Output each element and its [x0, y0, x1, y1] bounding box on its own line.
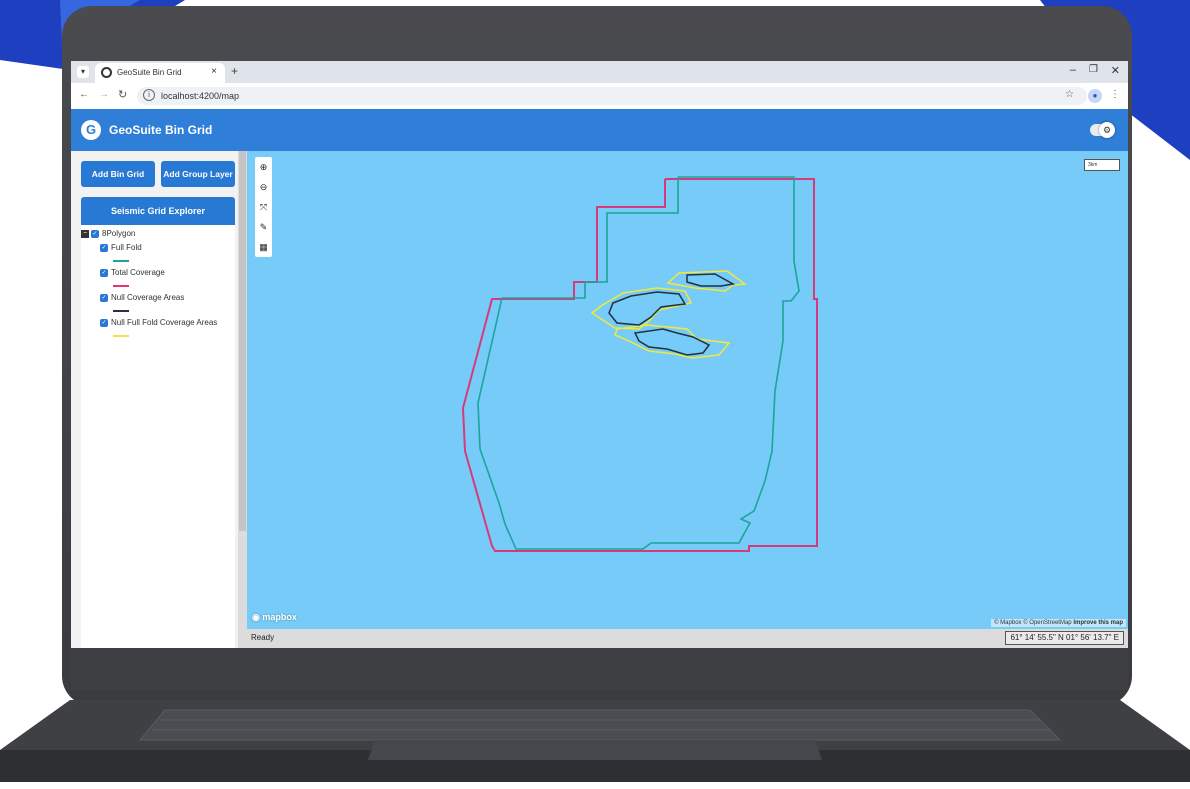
collapse-icon[interactable]: −	[81, 229, 89, 238]
add-group-layer-button[interactable]: Add Group Layer	[161, 161, 235, 187]
layer-label: Null Coverage Areas	[111, 293, 185, 302]
minimize-button[interactable]: –	[1070, 64, 1076, 76]
null-full-fold-area-3	[614, 324, 731, 359]
scale-bar: 3km	[1084, 159, 1120, 171]
tree-root[interactable]: − ✓ 8Polygon	[81, 229, 135, 241]
app-header: G GeoSuite Bin Grid ⚙	[71, 109, 1128, 151]
url-input[interactable]: i localhost:4200/map	[137, 87, 1087, 105]
address-bar: ← → ↻ i localhost:4200/map ☆ ● ⋮	[71, 83, 1128, 109]
attribution-text: © Mapbox © OpenStreetMap	[994, 620, 1072, 626]
app-logo: G	[81, 120, 101, 140]
measure-icon[interactable]: ✎	[255, 217, 272, 237]
layer-full-fold[interactable]: ✓ Full Fold	[100, 243, 142, 255]
status-text: Ready	[251, 633, 275, 642]
layer-label: Null Full Fold Coverage Areas	[111, 318, 218, 327]
survey-polygons	[461, 176, 818, 552]
window-close-button[interactable]: ✕	[1111, 64, 1120, 77]
url-text: localhost:4200/map	[161, 91, 240, 101]
layer-null-full-fold-coverage-areas[interactable]: ✓ Null Full Fold Coverage Areas	[100, 318, 217, 330]
new-tab-button[interactable]: +	[231, 64, 238, 78]
reload-icon[interactable]: ↻	[118, 88, 127, 101]
browser-window: ▾ GeoSuite Bin Grid × + – ❐ ✕ ← → ↻ i lo…	[71, 61, 1128, 648]
legend-swatch-null-full-fold	[113, 335, 129, 337]
map-toolbar: ⊕ ⊖ ⤧ ✎ ▦	[255, 157, 272, 257]
profile-icon[interactable]: ●	[1088, 89, 1102, 103]
app-title: GeoSuite Bin Grid	[109, 123, 213, 137]
scrollbar-thumb[interactable]	[239, 151, 246, 531]
sidebar-scrollbar[interactable]	[238, 151, 247, 648]
status-bar: Ready 61° 14' 55.5" N 01° 56' 13.7" E	[247, 629, 1128, 648]
tab-close-button[interactable]: ×	[211, 66, 217, 77]
checkbox-icon[interactable]: ✓	[100, 293, 108, 302]
layer-label: Full Fold	[111, 243, 142, 252]
tab-bar: ▾ GeoSuite Bin Grid × + – ❐ ✕	[71, 61, 1128, 83]
tree-root-label: 8Polygon	[102, 229, 136, 238]
favicon-icon	[101, 67, 112, 78]
star-icon[interactable]: ☆	[1065, 89, 1074, 100]
info-icon[interactable]: i	[143, 89, 155, 101]
theme-toggle[interactable]: ⚙	[1090, 122, 1115, 138]
checkbox-icon[interactable]: ✓	[91, 229, 99, 238]
null-coverage-area-2	[608, 291, 687, 326]
sidebar: Add Bin Grid Add Group Layer Seismic Gri…	[71, 151, 247, 648]
maximize-button[interactable]: ❐	[1089, 64, 1098, 75]
grid-icon[interactable]: ▦	[255, 237, 272, 257]
forward-arrow-icon[interactable]: →	[99, 89, 109, 100]
layer-null-coverage-areas[interactable]: ✓ Null Coverage Areas	[100, 293, 184, 305]
layer-label: Total Coverage	[111, 268, 165, 277]
gear-icon: ⚙	[1099, 122, 1115, 138]
browser-tab[interactable]: GeoSuite Bin Grid ×	[95, 63, 225, 83]
null-coverage-area-1	[686, 273, 736, 287]
mapbox-logo[interactable]: ◉ mapbox	[252, 612, 297, 623]
legend-swatch-full-fold	[113, 260, 129, 262]
mapbox-label: mapbox	[262, 612, 297, 622]
legend-swatch-null-coverage	[113, 310, 129, 312]
laptop-screen-chin	[71, 648, 1128, 690]
checkbox-icon[interactable]: ✓	[100, 318, 108, 327]
improve-map-link[interactable]: Improve this map	[1073, 620, 1123, 626]
kebab-icon[interactable]: ⋮	[1110, 89, 1120, 100]
map-canvas[interactable]: ⊕ ⊖ ⤧ ✎ ▦ 3km ◉ mapbox © Mapbox © OpenSt…	[247, 151, 1128, 629]
checkbox-icon[interactable]: ✓	[100, 243, 108, 252]
total-coverage-outline	[461, 178, 818, 552]
cursor-coordinates: 61° 14' 55.5" N 01° 56' 13.7" E	[1005, 631, 1124, 645]
layer-tree: − ✓ 8Polygon ✓ Full Fold ✓ Total Coverage ✓ N…	[81, 225, 235, 648]
legend-swatch-total-coverage	[113, 285, 129, 287]
back-arrow-icon[interactable]: ←	[79, 89, 89, 100]
tab-title: GeoSuite Bin Grid	[117, 68, 182, 77]
add-bin-grid-button[interactable]: Add Bin Grid	[81, 161, 155, 187]
map-attribution: © Mapbox © OpenStreetMap Improve this ma…	[991, 619, 1126, 627]
checkbox-icon[interactable]: ✓	[100, 268, 108, 277]
zoom-in-icon[interactable]: ⊕	[255, 157, 272, 177]
fullscreen-icon[interactable]: ⤧	[255, 197, 272, 217]
zoom-out-icon[interactable]: ⊖	[255, 177, 272, 197]
laptop-keyboard-base	[0, 700, 1190, 782]
explorer-title: Seismic Grid Explorer	[81, 197, 235, 225]
full-fold-outline	[477, 176, 800, 550]
null-coverage-area-3	[633, 328, 711, 356]
chevron-down-icon[interactable]: ▾	[77, 66, 89, 78]
layer-total-coverage[interactable]: ✓ Total Coverage	[100, 268, 165, 280]
